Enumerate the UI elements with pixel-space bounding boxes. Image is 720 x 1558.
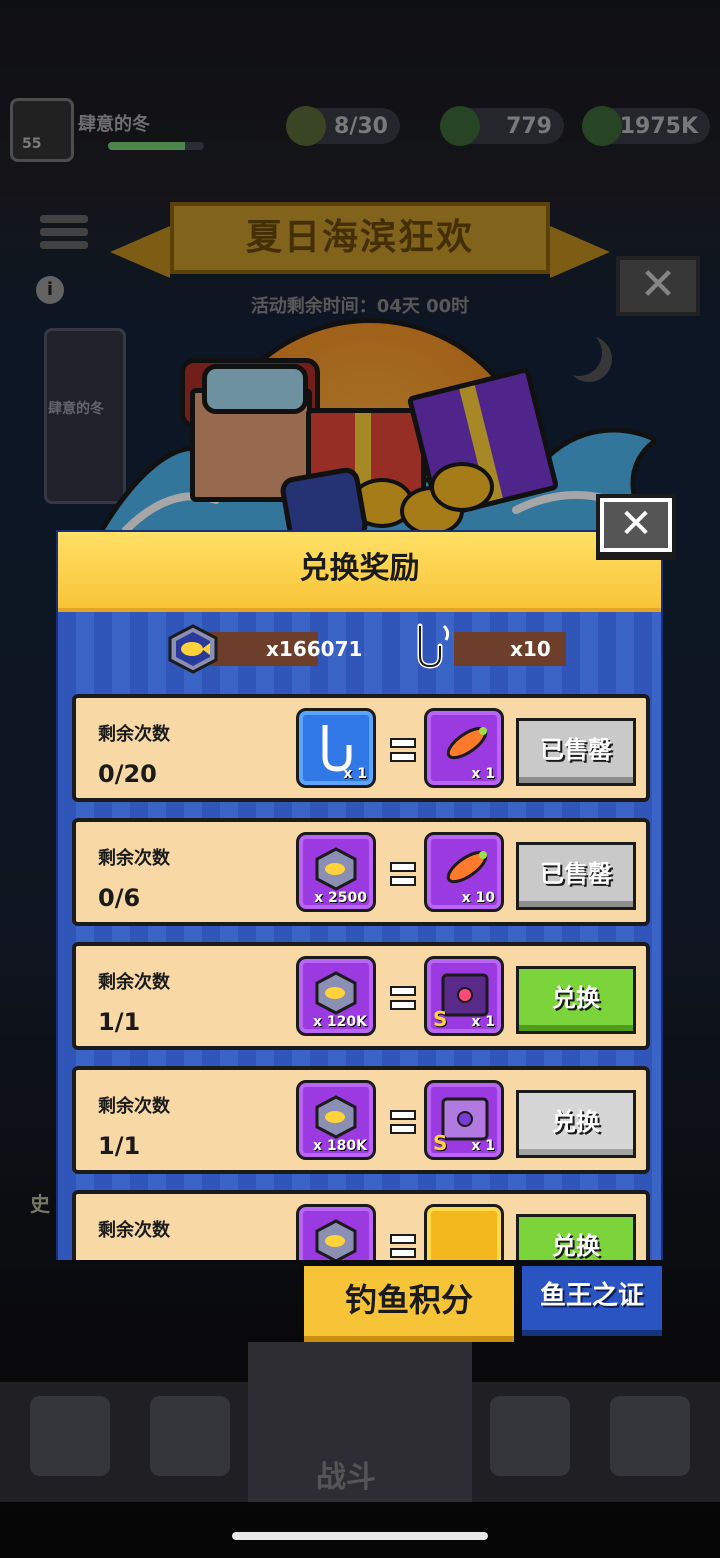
side-label: 史 [30,1192,50,1216]
remaining-count: 1/1 [98,1132,141,1160]
equals-icon [390,738,416,766]
fishing-hook-icon [417,623,450,669]
sold-out-button[interactable]: 已售罄 [516,718,636,786]
cost-quantity: x 120K [313,1014,367,1030]
cost-item-slot[interactable]: x 2500 [296,832,376,912]
fish-badge-icon [168,624,218,674]
reward-item-slot[interactable]: x 10 [424,832,504,912]
exchange-button[interactable]: 兑换 [516,1214,636,1260]
dialog-body: x166071 x10 剩余次数 0/20 x 1 x 1 已售罄 剩余次数 0… [58,612,661,1260]
exchange-row: 剩余次数 1/1 x 180K S x 1 兑换 [72,1066,650,1174]
cost-item-slot[interactable]: x 180K [296,1080,376,1160]
hook-balance: x10 [417,623,566,669]
reward-quantity: x 1 [471,1014,495,1030]
tab-fish-king-certificate[interactable]: 鱼王之证 [522,1266,662,1336]
fish-point-balance-value: x166071 [266,637,363,661]
close-icon: ✕ [600,498,672,552]
nav-equipment-icon[interactable] [150,1396,230,1476]
remaining-count: 0/6 [98,884,141,912]
remaining-label: 剩余次数 [98,1096,170,1117]
equals-icon [390,1234,416,1260]
cost-quantity: x 180K [313,1138,367,1154]
home-indicator[interactable] [232,1532,488,1540]
cost-item-slot[interactable]: x 1 [296,708,376,788]
fish-point-balance: x166071 [168,624,362,674]
equals-icon [390,862,416,890]
nav-events-icon[interactable] [610,1396,690,1476]
reward-quantity: x 1 [471,1138,495,1154]
fish-badge-icon [315,1219,357,1260]
equals-icon [390,986,416,1014]
tier-s-badge: S [433,1131,448,1155]
remaining-label: 剩余次数 [98,972,170,993]
reward-quantity: x 10 [461,890,495,906]
equals-icon [390,1110,416,1138]
cost-quantity: x 1 [343,766,367,782]
reward-quantity: x 1 [471,766,495,782]
bottom-navigation: 战斗 [0,1342,720,1502]
exchange-reward-dialog: 兑换奖励 x166071 x10 剩余次数 0/20 x 1 x 1 已售罄 剩… [56,530,663,1260]
hook-balance-value: x10 [510,637,551,661]
cost-item-slot[interactable]: x 120K [296,956,376,1036]
sold-out-button[interactable]: 已售罄 [516,842,636,910]
cost-item-slot[interactable] [296,1204,376,1260]
exchange-row: 剩余次数 兑换 [72,1190,650,1260]
remaining-count: 0/20 [98,760,157,788]
exchange-row: 剩余次数 0/20 x 1 x 1 已售罄 [72,694,650,802]
nav-shop-icon[interactable] [30,1396,110,1476]
exchange-list[interactable]: 剩余次数 0/20 x 1 x 1 已售罄 剩余次数 0/6 x 2500 x … [72,694,650,1260]
remaining-label: 剩余次数 [98,848,170,869]
dialog-close-button[interactable]: ✕ [596,494,676,556]
reward-item-slot[interactable] [424,1204,504,1260]
nav-skills-icon[interactable] [490,1396,570,1476]
tab-fishing-points[interactable]: 钓鱼积分 [304,1266,514,1342]
cost-quantity: x 2500 [314,890,367,906]
remaining-label: 剩余次数 [98,724,170,745]
exchange-button[interactable]: 兑换 [516,966,636,1034]
exchange-button[interactable]: 兑换 [516,1090,636,1158]
exchange-row: 剩余次数 1/1 x 120K S x 1 兑换 [72,942,650,1050]
dialog-title: 兑换奖励 [58,532,661,612]
reward-item-slot[interactable]: S x 1 [424,956,504,1036]
nav-battle-label: 战斗 [316,1460,376,1495]
exchange-row: 剩余次数 0/6 x 2500 x 10 已售罄 [72,818,650,926]
reward-item-slot[interactable]: S x 1 [424,1080,504,1160]
tier-s-badge: S [433,1007,448,1031]
reward-item-slot[interactable]: x 1 [424,708,504,788]
remaining-label: 剩余次数 [98,1220,170,1241]
remaining-count: 1/1 [98,1008,141,1036]
